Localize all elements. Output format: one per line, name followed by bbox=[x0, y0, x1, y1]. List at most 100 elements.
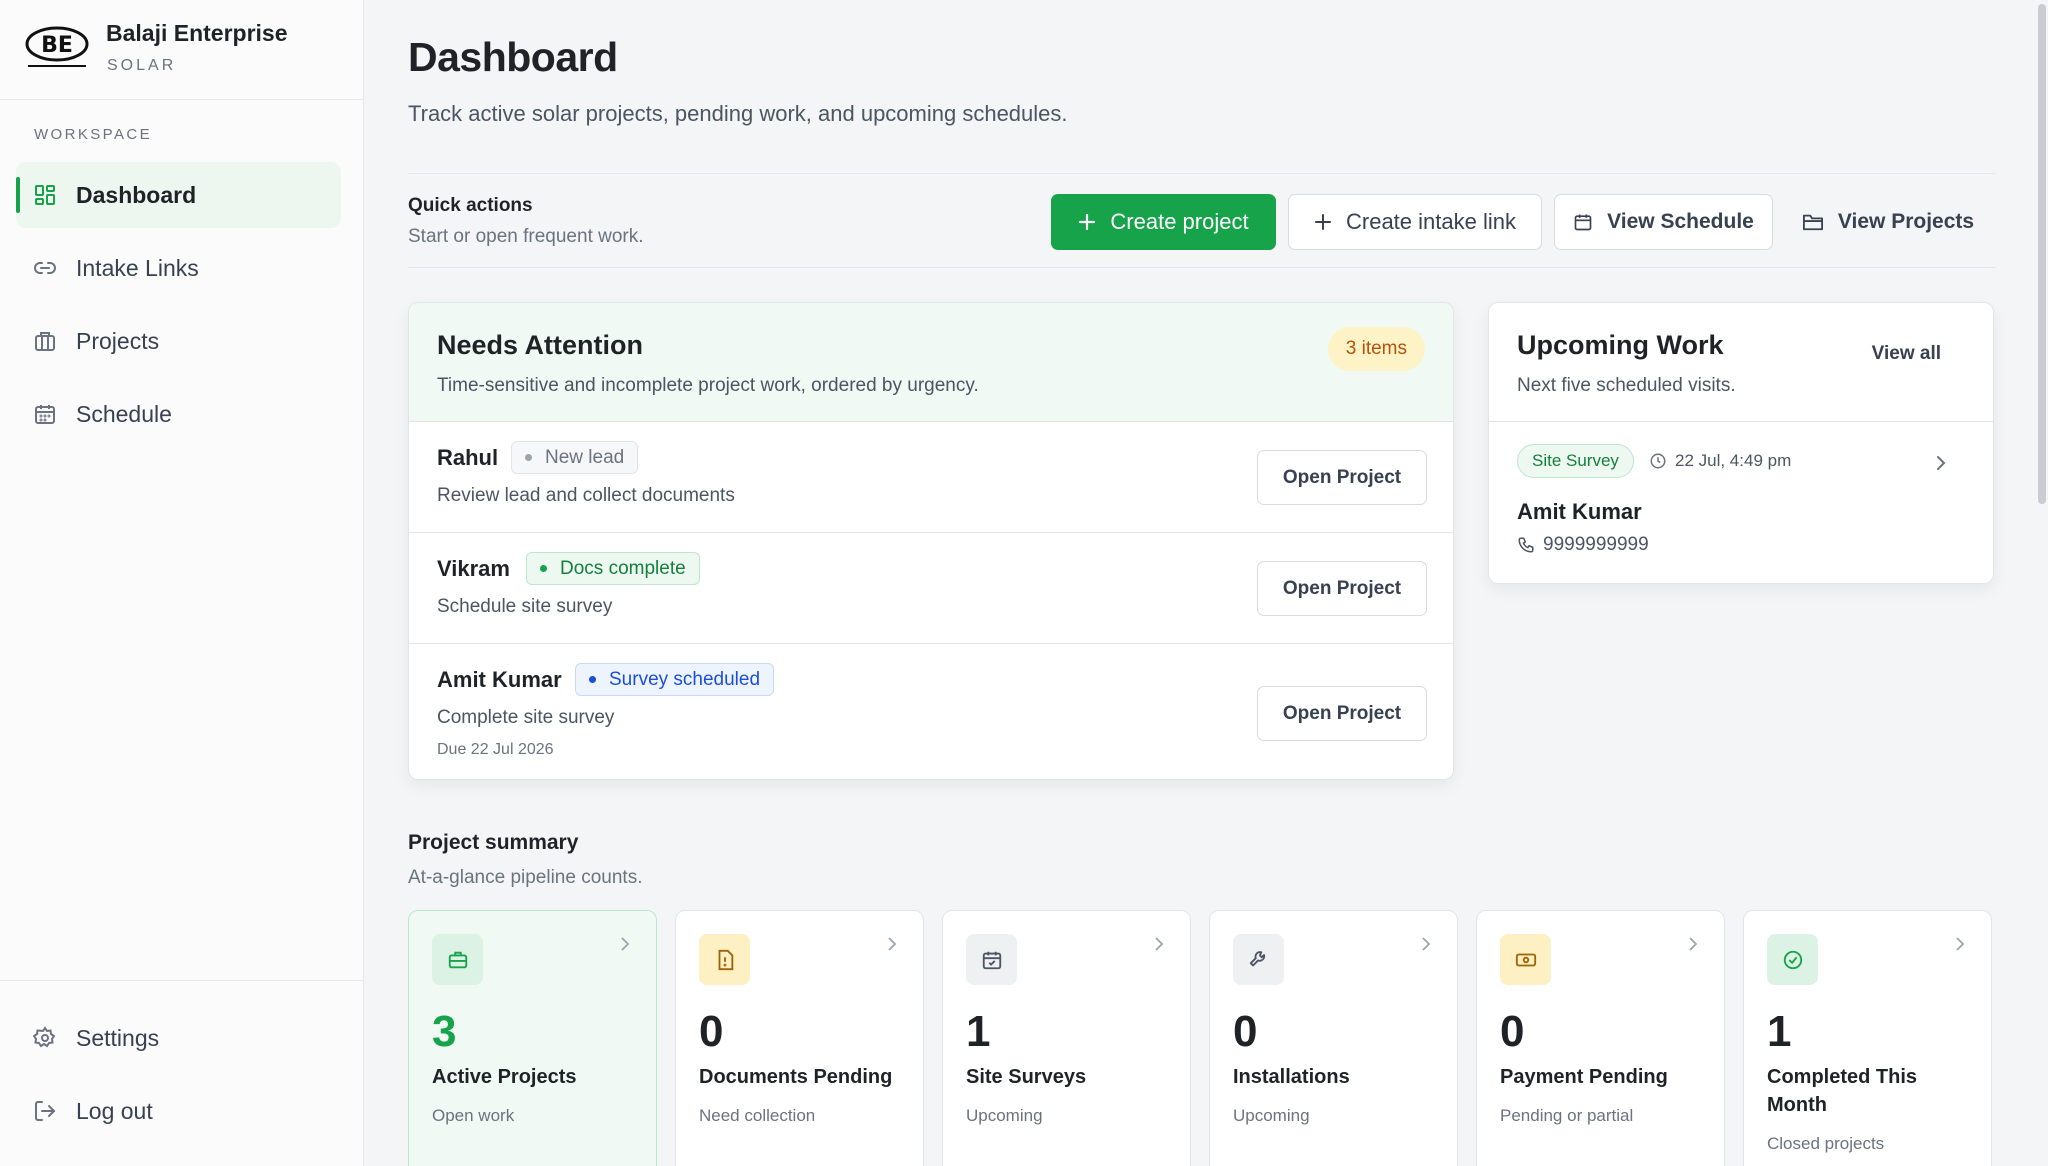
brand-name: Balaji Enterprise bbox=[106, 20, 288, 46]
chevron-right-icon bbox=[887, 937, 897, 956]
stat-label: Active Projects bbox=[432, 1066, 577, 1088]
stat-card-payment-pending[interactable]: 0 Payment Pending Pending or partial bbox=[1476, 910, 1725, 1166]
sidebar-item-logout[interactable]: Log out bbox=[16, 1078, 341, 1144]
link-icon bbox=[32, 255, 58, 281]
gear-icon bbox=[32, 1025, 58, 1051]
cash-icon bbox=[1500, 934, 1551, 985]
stat-card-active-projects[interactable]: 3 Active Projects Open work bbox=[408, 910, 657, 1166]
stat-label: Site Surveys bbox=[966, 1066, 1087, 1088]
create-intake-link-label: Create intake link bbox=[1346, 209, 1516, 234]
stat-card-installations[interactable]: 0 Installations Upcoming bbox=[1209, 910, 1458, 1166]
building-icon bbox=[32, 328, 58, 354]
needs-attention-subtitle: Time-sensitive and incomplete project wo… bbox=[437, 375, 979, 396]
stat-subtitle: Open work bbox=[432, 1106, 515, 1125]
stat-label: Completed This Month bbox=[1767, 1066, 1918, 1116]
wrench-icon bbox=[1233, 934, 1284, 985]
status-text: Survey scheduled bbox=[609, 668, 761, 690]
stat-label: Documents Pending bbox=[699, 1066, 893, 1088]
visit-type-badge: Site Survey bbox=[1517, 444, 1634, 478]
page-scrollbar[interactable] bbox=[2036, 0, 2048, 1166]
stat-subtitle: Upcoming bbox=[1233, 1106, 1310, 1125]
stat-value: 0 bbox=[1233, 1007, 1258, 1056]
open-project-button[interactable]: Open Project bbox=[1257, 450, 1427, 505]
stat-value: 1 bbox=[1767, 1007, 1792, 1056]
row-customer-name: Amit Kumar bbox=[437, 667, 562, 692]
chevron-right-icon bbox=[1955, 937, 1965, 956]
stat-label: Installations bbox=[1233, 1066, 1350, 1088]
row-task: Schedule site survey bbox=[437, 596, 613, 617]
page-subtitle: Track active solar projects, pending wor… bbox=[408, 101, 1068, 126]
upcoming-work-card: Upcoming Work Next five scheduled visits… bbox=[1488, 302, 1994, 584]
clock-icon bbox=[1649, 452, 1667, 470]
status-badge: Docs complete bbox=[526, 552, 700, 585]
status-text: Docs complete bbox=[560, 557, 686, 579]
view-schedule-button[interactable]: View Schedule bbox=[1554, 194, 1773, 250]
sidebar-item-dashboard[interactable]: Dashboard bbox=[16, 162, 341, 228]
status-dot-icon bbox=[525, 454, 532, 461]
quick-actions-subtitle: Start or open frequent work. bbox=[408, 226, 644, 247]
stat-value: 0 bbox=[699, 1007, 724, 1056]
row-task: Review lead and collect documents bbox=[437, 485, 735, 506]
visit-time-text: 22 Jul, 4:49 pm bbox=[1675, 451, 1792, 470]
items-count-badge: 3 items bbox=[1327, 327, 1425, 371]
stat-card-documents-pending[interactable]: 0 Documents Pending Need collection bbox=[675, 910, 924, 1166]
page-title: Dashboard bbox=[408, 34, 618, 80]
chevron-right-icon bbox=[620, 937, 630, 956]
stat-subtitle: Upcoming bbox=[966, 1106, 1043, 1125]
sidebar-item-label: Dashboard bbox=[76, 181, 197, 208]
upcoming-work-subtitle: Next five scheduled visits. bbox=[1517, 375, 1736, 396]
create-project-label: Create project bbox=[1110, 209, 1249, 234]
scrollbar-thumb[interactable] bbox=[2038, 4, 2046, 504]
stat-subtitle: Closed projects bbox=[1767, 1134, 1885, 1153]
status-badge: New lead bbox=[511, 441, 639, 474]
sidebar-item-label: Settings bbox=[76, 1024, 160, 1051]
quick-actions-bar: Quick actions Start or open frequent wor… bbox=[408, 173, 1996, 268]
create-project-button[interactable]: Create project bbox=[1051, 194, 1276, 250]
row-customer-name: Vikram bbox=[437, 556, 510, 581]
row-customer-name: Rahul bbox=[437, 445, 499, 470]
calendar-icon bbox=[1573, 212, 1593, 232]
create-intake-link-button[interactable]: Create intake link bbox=[1288, 194, 1542, 250]
row-due-date: Due 22 Jul 2026 bbox=[437, 741, 554, 758]
sidebar-item-intake-links[interactable]: Intake Links bbox=[16, 235, 341, 301]
view-projects-button[interactable]: View Projects bbox=[1788, 194, 1988, 250]
view-all-link[interactable]: View all bbox=[1872, 343, 1941, 365]
status-dot-icon bbox=[540, 565, 547, 572]
view-projects-label: View Projects bbox=[1837, 210, 1975, 233]
sidebar-item-settings[interactable]: Settings bbox=[16, 1005, 341, 1071]
stat-value: 0 bbox=[1500, 1007, 1525, 1056]
grid-icon bbox=[32, 182, 58, 208]
visit-time: 22 Jul, 4:49 pm bbox=[1649, 451, 1791, 471]
chevron-right-icon bbox=[1935, 455, 1947, 476]
needs-attention-header: Needs Attention Time-sensitive and incom… bbox=[409, 303, 1453, 422]
stat-card-site-surveys[interactable]: 1 Site Surveys Upcoming bbox=[942, 910, 1191, 1166]
briefcase-icon bbox=[432, 934, 483, 985]
sidebar-item-schedule[interactable]: Schedule bbox=[16, 381, 341, 447]
sidebar-item-label: Log out bbox=[76, 1097, 153, 1124]
status-badge: Survey scheduled bbox=[575, 663, 775, 696]
attention-row: Vikram Docs complete Schedule site surve… bbox=[409, 534, 1453, 644]
quick-actions-title: Quick actions bbox=[408, 195, 533, 216]
open-project-button[interactable]: Open Project bbox=[1257, 561, 1427, 616]
open-project-button[interactable]: Open Project bbox=[1257, 686, 1427, 741]
calendar-check-icon bbox=[966, 934, 1017, 985]
row-task: Complete site survey bbox=[437, 707, 615, 728]
chevron-right-icon bbox=[1154, 937, 1164, 956]
stat-card-completed-this-month[interactable]: 1 Completed This Month Closed projects bbox=[1743, 910, 1992, 1166]
plus-icon bbox=[1078, 213, 1096, 231]
sidebar-item-label: Projects bbox=[76, 327, 160, 354]
svg-text:BE: BE bbox=[41, 33, 73, 58]
workspace-label: WORKSPACE bbox=[34, 126, 153, 143]
visit-phone-text: 9999999999 bbox=[1543, 534, 1649, 555]
status-dot-icon bbox=[589, 676, 596, 683]
attention-row: Rahul New lead Review lead and collect d… bbox=[409, 423, 1453, 533]
stat-label: Payment Pending bbox=[1500, 1066, 1668, 1088]
sidebar: BE Balaji Enterprise SOLAR WORKSPACE Das… bbox=[0, 0, 364, 1166]
attention-row: Amit Kumar Survey scheduled Complete sit… bbox=[409, 645, 1453, 779]
sidebar-item-projects[interactable]: Projects bbox=[16, 308, 341, 374]
plus-icon bbox=[1314, 213, 1332, 231]
chevron-right-icon bbox=[1421, 937, 1431, 956]
status-text: New lead bbox=[545, 446, 625, 468]
upcoming-work-header: Upcoming Work Next five scheduled visits… bbox=[1489, 303, 1993, 422]
project-summary-title: Project summary bbox=[408, 831, 579, 854]
